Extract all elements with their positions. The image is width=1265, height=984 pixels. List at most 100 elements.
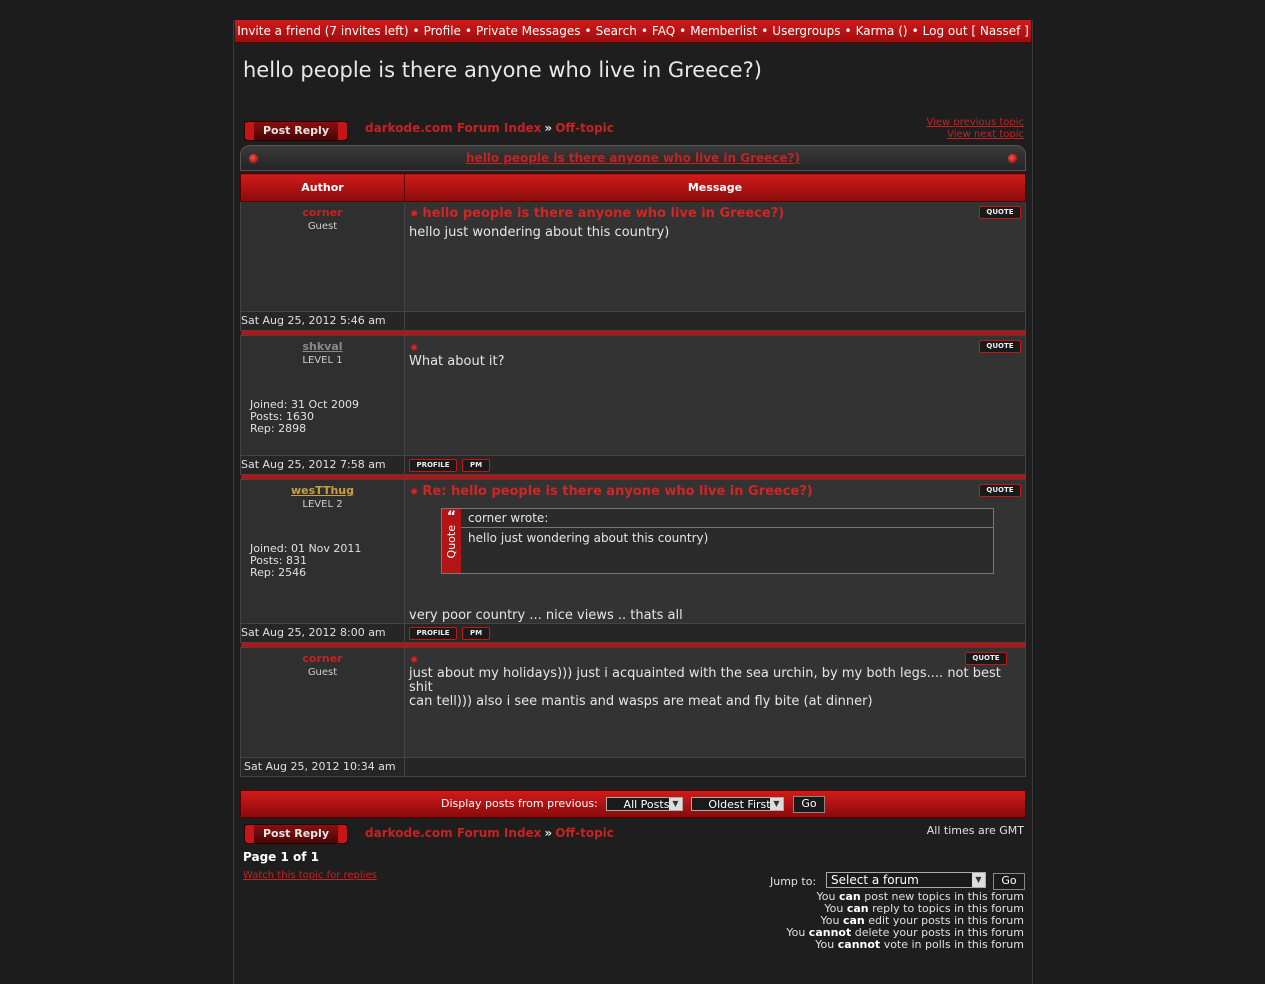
post-footer-row: Sat Aug 25, 2012 7:58 am PROFILE PM: [240, 455, 1026, 475]
quote-author: corner wrote:: [468, 511, 549, 525]
pm-button[interactable]: PM: [462, 627, 490, 640]
view-next-topic-link[interactable]: View next topic: [926, 129, 1024, 141]
post-filter-select[interactable]: All Posts ▼: [606, 797, 683, 811]
jump-to-label: Jump to:: [770, 875, 817, 888]
nav-private-messages[interactable]: Private Messages: [476, 24, 581, 38]
post-body: just about my holidays))) just i acquain…: [409, 666, 1001, 709]
display-options-bar: Display posts from previous: All Posts ▼…: [240, 790, 1026, 818]
chevron-down-icon: ▼: [669, 798, 682, 810]
nav-search[interactable]: Search: [596, 24, 637, 38]
post-author-cell: corner Guest: [240, 647, 405, 758]
post-title: ✸: [410, 340, 422, 355]
post-icon: ✸: [410, 343, 419, 354]
post-row: shkval LEVEL 1 Joined: 31 Oct 2009 Posts…: [240, 335, 1026, 456]
author-column-header: Author: [240, 173, 405, 202]
topic-title-bar: hello people is there anyone who live in…: [240, 145, 1026, 171]
jump-to-select[interactable]: Select a forum ▼: [826, 872, 986, 888]
display-go-button[interactable]: Go: [793, 796, 825, 813]
post-icon: ✸: [410, 209, 419, 220]
post-date: Sat Aug 25, 2012 7:58 am: [240, 455, 405, 475]
jump-go-button[interactable]: Go: [993, 873, 1025, 890]
username[interactable]: wesTThug: [241, 484, 404, 497]
nav-karma[interactable]: Karma (): [856, 24, 908, 38]
post-title: ✸ hello people is there anyone who live i…: [410, 206, 785, 221]
user-rank: Guest: [307, 221, 338, 232]
user-rank: Guest: [307, 667, 338, 678]
user-rank: LEVEL 2: [302, 499, 343, 510]
profile-button[interactable]: PROFILE: [409, 459, 457, 472]
view-previous-topic-link[interactable]: View previous topic: [926, 117, 1024, 129]
post-message-cell: ✸ QUOTE What about it?: [404, 335, 1026, 456]
post-body: hello just wondering about this country): [409, 225, 670, 240]
post-body: What about it?: [409, 354, 505, 369]
post-date: Sat Aug 25, 2012 10:34 am: [240, 757, 405, 777]
page-title: hello people is there anyone who live in…: [243, 58, 762, 82]
quote-button[interactable]: QUOTE: [979, 484, 1021, 497]
bullet-icon: [1007, 153, 1018, 164]
user-stats: Joined: 01 Nov 2011 Posts: 831 Rep: 2546: [250, 542, 362, 579]
chevron-down-icon: ▼: [770, 798, 783, 810]
username[interactable]: shkval: [241, 340, 404, 353]
username[interactable]: corner: [241, 206, 404, 219]
breadcrumb-forum[interactable]: Off-topic: [555, 121, 614, 135]
quote-button[interactable]: QUOTE: [979, 206, 1021, 219]
topic-navigation: View previous topic View next topic: [926, 117, 1024, 141]
post-author-cell: wesTThug LEVEL 2 Joined: 01 Nov 2011 Pos…: [240, 479, 405, 624]
topic-title-link[interactable]: hello people is there anyone who live in…: [466, 151, 800, 165]
nav-logout[interactable]: Log out [ Nassef ]: [923, 24, 1029, 38]
permission-line: You cannot vote in polls in this forum: [815, 938, 1024, 951]
post-row: wesTThug LEVEL 2 Joined: 01 Nov 2011 Pos…: [240, 479, 1026, 624]
user-rank: LEVEL 1: [302, 355, 343, 366]
quote-button[interactable]: QUOTE: [965, 652, 1007, 665]
post-footer-row: Sat Aug 25, 2012 10:34 am: [240, 757, 1026, 777]
user-stats: Joined: 31 Oct 2009 Posts: 1630 Rep: 289…: [250, 398, 359, 435]
post-order-select[interactable]: Oldest First ▼: [691, 797, 784, 811]
post-reply-button-bottom[interactable]: Post Reply: [244, 824, 348, 844]
page-container: Invite a friend (7 invites left) • Profile…: [233, 20, 1033, 984]
post-author-cell: corner Guest: [240, 201, 405, 312]
timezone-note: All times are GMT: [926, 824, 1024, 837]
message-column-header: Message: [404, 173, 1026, 202]
post-date: Sat Aug 25, 2012 8:00 am: [240, 623, 405, 643]
quote-button[interactable]: QUOTE: [979, 340, 1021, 353]
profile-button[interactable]: PROFILE: [409, 627, 457, 640]
breadcrumb: darkode.com Forum Index» Off-topic: [365, 121, 614, 135]
post-author-cell: shkval LEVEL 1 Joined: 31 Oct 2009 Posts…: [240, 335, 405, 456]
pagination: Page 1 of 1: [243, 850, 319, 864]
top-navigation: Invite a friend (7 invites left) • Profile…: [235, 20, 1031, 43]
post-reply-button[interactable]: Post Reply: [244, 121, 348, 141]
breadcrumb-index[interactable]: darkode.com Forum Index: [365, 121, 541, 135]
post-title: ✸ Re: hello people is there anyone who li…: [410, 484, 813, 499]
breadcrumb-bottom: darkode.com Forum Index» Off-topic: [365, 826, 614, 840]
chevron-down-icon: ▼: [972, 873, 985, 887]
post-icon: ✸: [410, 655, 419, 666]
quote-text: hello just wondering about this country): [468, 531, 709, 545]
post-message-cell: ✸ hello people is there anyone who live i…: [404, 201, 1026, 312]
watch-topic-link[interactable]: Watch this topic for replies: [243, 870, 377, 881]
quote-marks-icon: “: [446, 509, 457, 525]
username[interactable]: corner: [241, 652, 404, 665]
post-icon: ✸: [410, 487, 419, 498]
post-footer-row: Sat Aug 25, 2012 5:46 am: [240, 311, 1026, 331]
nav-faq[interactable]: FAQ: [652, 24, 675, 38]
post-date: Sat Aug 25, 2012 5:46 am: [240, 311, 405, 331]
nav-memberlist[interactable]: Memberlist: [690, 24, 757, 38]
posts-table: Author Message corner Guest ✸ hello peopl…: [240, 173, 1026, 777]
post-message-cell: ✸ QUOTE just about my holidays))) just i…: [404, 647, 1026, 758]
nav-profile[interactable]: Profile: [424, 24, 461, 38]
quote-sidebar: “ Quote: [442, 509, 461, 573]
nav-usergroups[interactable]: Usergroups: [772, 24, 840, 38]
post-row: corner Guest ✸ QUOTE just about my holid…: [240, 647, 1026, 758]
quote-block: “ Quote corner wrote: hello just wonderi…: [441, 508, 994, 574]
bullet-icon: [248, 153, 259, 164]
post-message-cell: ✸ Re: hello people is there anyone who li…: [404, 479, 1026, 624]
display-posts-label: Display posts from previous:: [441, 797, 598, 810]
post-footer-row: Sat Aug 25, 2012 8:00 am PROFILE PM: [240, 623, 1026, 643]
permissions-list: You can post new topics in this forum Yo…: [786, 891, 1024, 951]
breadcrumb-forum[interactable]: Off-topic: [555, 826, 614, 840]
post-title: ✸: [410, 652, 422, 667]
pm-button[interactable]: PM: [462, 459, 490, 472]
breadcrumb-index[interactable]: darkode.com Forum Index: [365, 826, 541, 840]
nav-invite[interactable]: Invite a friend (7 invites left): [237, 24, 408, 38]
post-body: very poor country ... nice views .. that…: [409, 608, 683, 623]
